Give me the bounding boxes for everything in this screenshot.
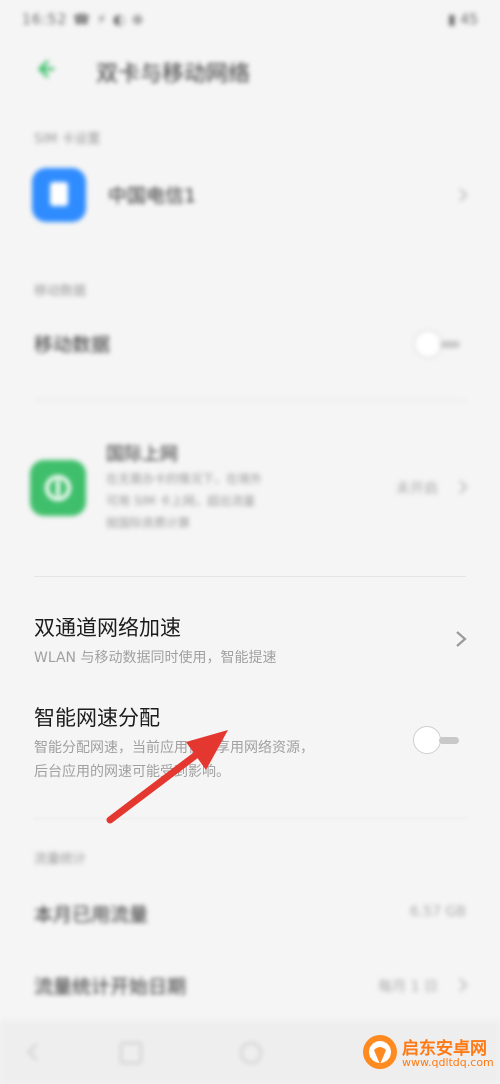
start-date-row[interactable]: 流量统计开始日期 每月 1 日	[0, 962, 500, 1012]
chevron-right-icon	[456, 978, 470, 992]
nav-home-icon[interactable]	[120, 1042, 142, 1064]
monthly-usage-label: 本月已用流量	[34, 904, 149, 926]
monthly-usage-value: 6.57 GB	[409, 904, 466, 920]
watermark-logo-icon	[363, 1035, 397, 1069]
traffic-section-caption: 流量统计	[34, 852, 87, 867]
watermark-site-url: www.qdltdq.com	[402, 1056, 494, 1069]
site-watermark: 启东安卓网 www.qdltdq.com	[362, 1028, 494, 1076]
start-date-value: 每月 1 日	[378, 979, 438, 995]
start-date-label: 流量统计开始日期	[34, 976, 187, 998]
monthly-usage-row[interactable]: 本月已用流量 6.57 GB	[0, 890, 500, 940]
nav-back-icon[interactable]	[27, 1043, 45, 1061]
nav-recents-icon[interactable]	[240, 1042, 262, 1064]
